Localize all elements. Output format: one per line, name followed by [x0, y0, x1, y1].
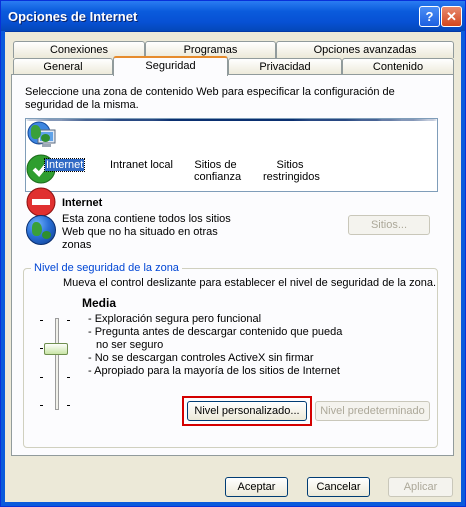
sites-button[interactable]: Sitios... [348, 215, 430, 235]
tab-seguridad[interactable]: Seguridad [113, 56, 228, 76]
security-level-description: - Exploración segura pero funcional - Pr… [88, 313, 343, 377]
zone-intro-text: Seleccione una zona de contenido Web par… [25, 86, 395, 111]
zone-description: Esta zona contiene todos los sitios Web … [62, 213, 231, 251]
help-button[interactable]: ? [419, 6, 440, 27]
window-border-bottom [1, 502, 465, 506]
zone-title: Internet [62, 197, 103, 209]
slider-tick [40, 348, 43, 349]
zone-globe-icon [26, 215, 56, 245]
zone-intranet-label[interactable]: Intranet local [110, 159, 173, 171]
ok-button[interactable]: Aceptar [225, 477, 288, 497]
window-border-right [461, 31, 465, 506]
security-slider-thumb[interactable] [44, 343, 68, 355]
security-level-group-label: Nivel de seguridad de la zona [31, 262, 182, 274]
cancel-button[interactable]: Cancelar [307, 477, 370, 497]
slider-tick [40, 405, 43, 406]
window-title: Opciones de Internet [8, 9, 138, 24]
tab-contenido[interactable]: Contenido [342, 58, 454, 75]
tab-general[interactable]: General [13, 58, 113, 75]
intranet-computer-icon[interactable] [26, 121, 437, 154]
security-level-name: Media [82, 296, 117, 310]
zone-trusted-label[interactable]: Sitios de confianza [194, 159, 241, 183]
default-level-button[interactable]: Nivel predeterminado [315, 401, 430, 421]
security-slider-track[interactable] [55, 318, 59, 410]
tab-privacidad[interactable]: Privacidad [228, 58, 342, 75]
zone-restricted-label[interactable]: Sitios restringidos [263, 159, 320, 183]
close-button[interactable]: ✕ [441, 6, 462, 27]
tab-opciones-avanzadas[interactable]: Opciones avanzadas [276, 41, 454, 58]
slider-tick [40, 377, 43, 378]
slider-tick [67, 405, 70, 406]
slider-instruction: Mueva el control deslizante para estable… [63, 277, 437, 289]
slider-tick [67, 320, 70, 321]
zone-list: Internet Intranet local Sitios de confian… [25, 118, 438, 217]
highlight-box [182, 396, 312, 426]
window-border-left [1, 31, 5, 506]
slider-tick [67, 377, 70, 378]
slider-tick [40, 320, 43, 321]
zone-internet-label[interactable]: Internet [43, 158, 86, 172]
apply-button[interactable]: Aplicar [388, 477, 453, 497]
title-bar[interactable]: Opciones de Internet ? ✕ [1, 1, 465, 32]
